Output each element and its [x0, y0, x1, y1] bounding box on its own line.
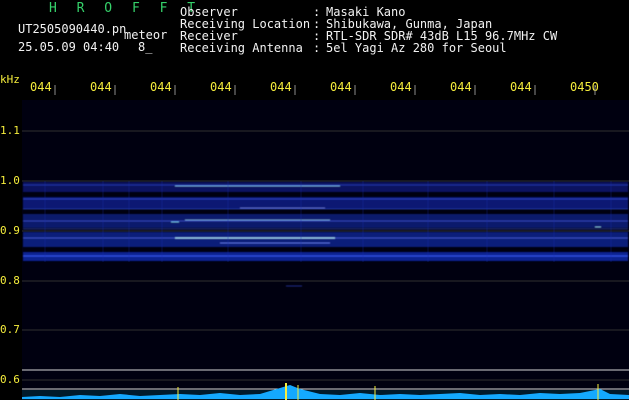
plot-background: [22, 100, 629, 400]
waterfall-plot: [22, 85, 629, 400]
hrofft-window: H R O F F T UT2505090440.pn meteor 25.05…: [0, 0, 629, 400]
vertical-tick-marks: [54, 85, 596, 95]
